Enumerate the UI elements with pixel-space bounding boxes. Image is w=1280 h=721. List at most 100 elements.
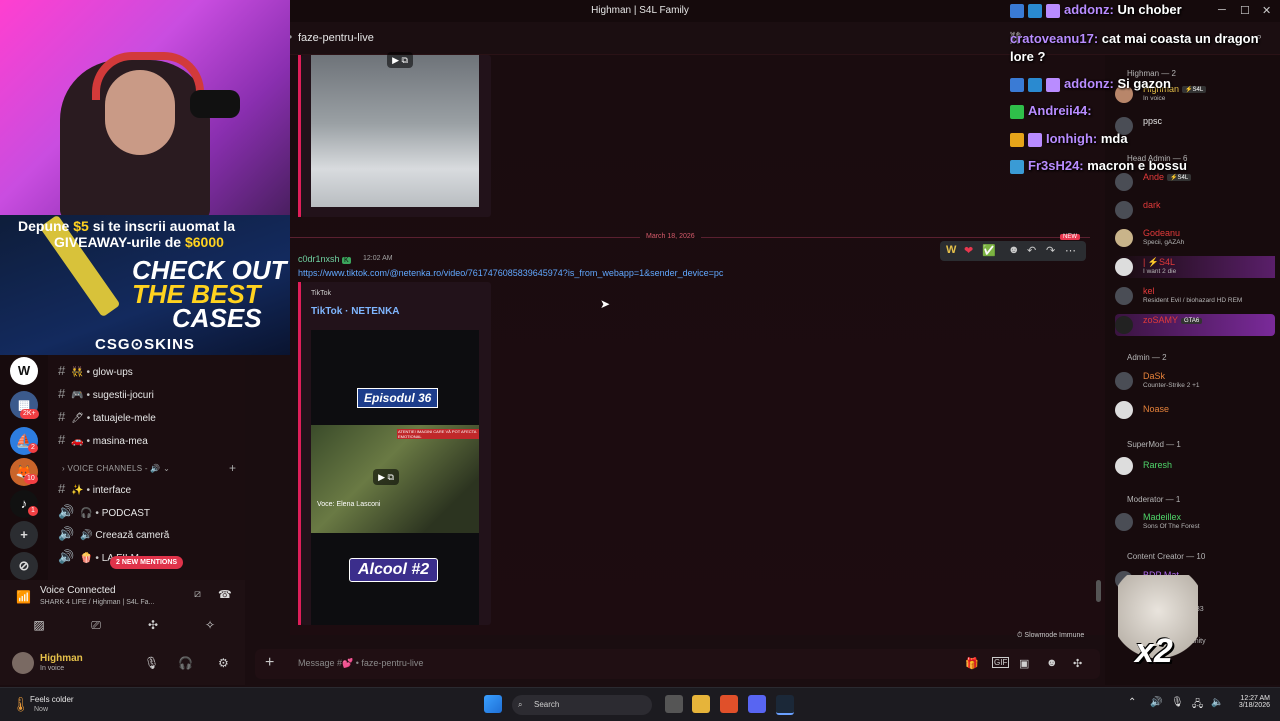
file-explorer-icon[interactable] — [692, 695, 710, 713]
channel-label: PODCAST — [101, 508, 151, 519]
attach-icon[interactable]: + — [265, 654, 274, 672]
clock[interactable]: 12:27 AM 3/18/2026 — [1230, 695, 1270, 709]
video-title-label: Alcool #2 — [349, 558, 439, 582]
member-item[interactable]: dark — [1115, 199, 1275, 221]
ad-cases: CASES — [172, 303, 262, 333]
signal-icon[interactable]: 📶 — [16, 590, 31, 604]
brave-icon[interactable] — [720, 695, 738, 713]
embed-provider: TikTok — [311, 290, 331, 297]
user-panel[interactable]: Highman In voice 🎙 🎧 ⚙ — [8, 650, 245, 680]
member-item[interactable]: Noase — [1115, 399, 1275, 421]
member-status: Sons Of The Forest — [1143, 523, 1200, 530]
play-icon[interactable]: ▶ ⧉ — [387, 52, 413, 68]
voice-category-header[interactable]: › VOICE CHANNELS - 🔊 ⌄ — [62, 464, 170, 473]
channel-create-room[interactable]: 🔊 🔊 Creează cameră — [58, 526, 238, 542]
scrollbar[interactable] — [1096, 580, 1101, 602]
task-view-icon[interactable] — [665, 695, 683, 713]
avatar — [1115, 401, 1133, 419]
author-badge-icon: K — [342, 257, 351, 264]
avatar — [1115, 201, 1133, 219]
member-item[interactable]: kel Resident Evil / biohazard HD REM — [1115, 285, 1275, 307]
channel-interface[interactable]: # ✨ • interface — [58, 481, 238, 497]
weather-title[interactable]: Feels colder — [30, 695, 74, 704]
more-icon[interactable]: ⋯ — [1065, 244, 1076, 257]
embed-title[interactable]: TikTok · NETENKA — [311, 306, 400, 317]
member-item[interactable]: | ⚡S4L I want 2 die — [1115, 256, 1275, 278]
member-name: Madeillex — [1143, 512, 1182, 522]
member-name: | ⚡S4L — [1143, 257, 1176, 267]
server-badge: 1 — [28, 506, 38, 516]
channel-podcast[interactable]: 🔊 🎧 • PODCAST — [58, 504, 238, 520]
start-icon[interactable] — [484, 695, 502, 713]
add-channel-icon[interactable]: + — [229, 461, 236, 475]
reaction-heart[interactable]: ❤ — [964, 244, 973, 257]
discover-icon[interactable]: ⊘ — [10, 552, 38, 580]
message-link[interactable]: https://www.tiktok.com/@netenka.ro/video… — [298, 268, 723, 278]
play-icon[interactable]: ▶ ⧉ — [373, 469, 399, 485]
chevron-up-icon[interactable]: ⌃ — [1128, 697, 1136, 708]
hash-icon: # — [58, 409, 66, 424]
volume-icon[interactable]: 🔊 — [1150, 697, 1162, 708]
discord-icon[interactable] — [748, 695, 766, 713]
gear-icon[interactable]: ⚙ — [218, 656, 229, 670]
channel-sugestii-jocuri[interactable]: # 🎮 • sugestii-jocuri — [58, 386, 238, 402]
channel-masina-mea[interactable]: # 🚗 • masina-mea — [58, 432, 238, 448]
member-item[interactable]: zoSAMY GTA6 — [1115, 314, 1275, 336]
tiktok-embed: TikTok TikTok · NETENKA Episodul 36 ATEN… — [301, 282, 491, 625]
video-player[interactable]: Episodul 36 ATENTIE! IMAGINI CARE VĂ POT… — [311, 330, 479, 625]
apps-icon[interactable]: ✣ — [1073, 657, 1082, 670]
channel-name: faze-pentru-live — [298, 32, 374, 44]
gift-icon[interactable]: 🎁 — [965, 657, 979, 670]
video-embed-previous[interactable]: ▶ ⧉ — [301, 52, 491, 217]
add-server-icon[interactable]: + — [10, 521, 38, 549]
network-icon[interactable]: 🖧 — [1192, 697, 1203, 714]
screen-share-icon[interactable]: ⎚ — [83, 618, 109, 638]
voice-status[interactable]: Voice Connected — [40, 585, 116, 596]
badge-icon — [1028, 3, 1042, 18]
channel-emoji: 🚗 — [71, 436, 84, 447]
microphone-icon[interactable]: 🎙 — [144, 656, 159, 670]
camera-off-icon[interactable]: ▨ — [26, 618, 52, 638]
member-status: I want 2 die — [1143, 268, 1177, 275]
microphone-icon[interactable]: 🎙 — [1171, 697, 1184, 708]
composer-placeholder[interactable]: Message #💕 • faze-pentru-live — [298, 658, 423, 669]
channel-emoji: 🎮 — [71, 390, 84, 401]
taskbar-search[interactable]: ⌕ Search — [512, 695, 652, 715]
headset-icon — [92, 52, 204, 100]
message-composer[interactable]: + Message #💕 • faze-pentru-live 🎁 GIF ▣ … — [255, 649, 1100, 679]
weather-icon[interactable]: 🌡 — [12, 696, 30, 713]
member-item[interactable]: DaSk Counter-Strike 2 +1 — [1115, 370, 1275, 392]
noise-suppression-icon[interactable]: ⧄ — [194, 588, 201, 601]
message-author[interactable]: c0dr1nxsh K — [298, 254, 351, 264]
speaker-icon[interactable]: 🔈 — [1211, 697, 1223, 708]
gif-icon[interactable]: GIF — [992, 657, 1010, 668]
steam-icon[interactable] — [776, 695, 794, 715]
voice-server[interactable]: SHARK 4 LIFE / Highman | S4L Fa... — [40, 599, 154, 606]
reaction-w[interactable]: W — [946, 244, 956, 256]
avatar[interactable] — [12, 652, 34, 674]
server-icon-w[interactable]: W — [10, 357, 38, 385]
member-item[interactable]: Raresh — [1115, 455, 1275, 477]
forward-icon[interactable]: ↷ — [1046, 244, 1055, 257]
stream-chat-line: Ionhigh: mda — [1010, 131, 1128, 147]
headphones-icon[interactable]: 🎧 — [178, 656, 193, 670]
reply-icon[interactable]: ↶ — [1027, 244, 1036, 257]
member-name: kel — [1143, 286, 1155, 296]
video-voice-credit: Voce: Elena Lasconi — [317, 501, 381, 508]
crown-badge-icon — [1010, 132, 1024, 147]
reaction-check[interactable]: ✅ — [982, 244, 996, 257]
channel-label: glow-ups — [92, 367, 133, 378]
channel-glow-ups[interactable]: # 👯 • glow-ups — [58, 363, 238, 379]
member-item[interactable]: Madeillex Sons Of The Forest — [1115, 511, 1275, 533]
video-episode-label: Episodul 36 — [357, 388, 439, 408]
member-category: Admin — 2 — [1127, 353, 1167, 362]
new-mentions-button[interactable]: 2 NEW MENTIONS — [110, 556, 184, 569]
emoji-icon[interactable]: ☻ — [1046, 657, 1058, 669]
add-reaction-icon[interactable]: ☻ — [1008, 244, 1020, 256]
channel-tatuajele-mele[interactable]: # 🖊 • tatuajele-mele — [58, 409, 238, 425]
soundboard-icon[interactable]: ✧ — [197, 618, 223, 638]
disconnect-icon[interactable]: ☎ — [218, 588, 232, 601]
activities-icon[interactable]: ✣ — [140, 618, 166, 638]
sticker-icon[interactable]: ▣ — [1019, 657, 1029, 670]
member-item[interactable]: Godeanu Specii, gAZAh — [1115, 227, 1275, 249]
